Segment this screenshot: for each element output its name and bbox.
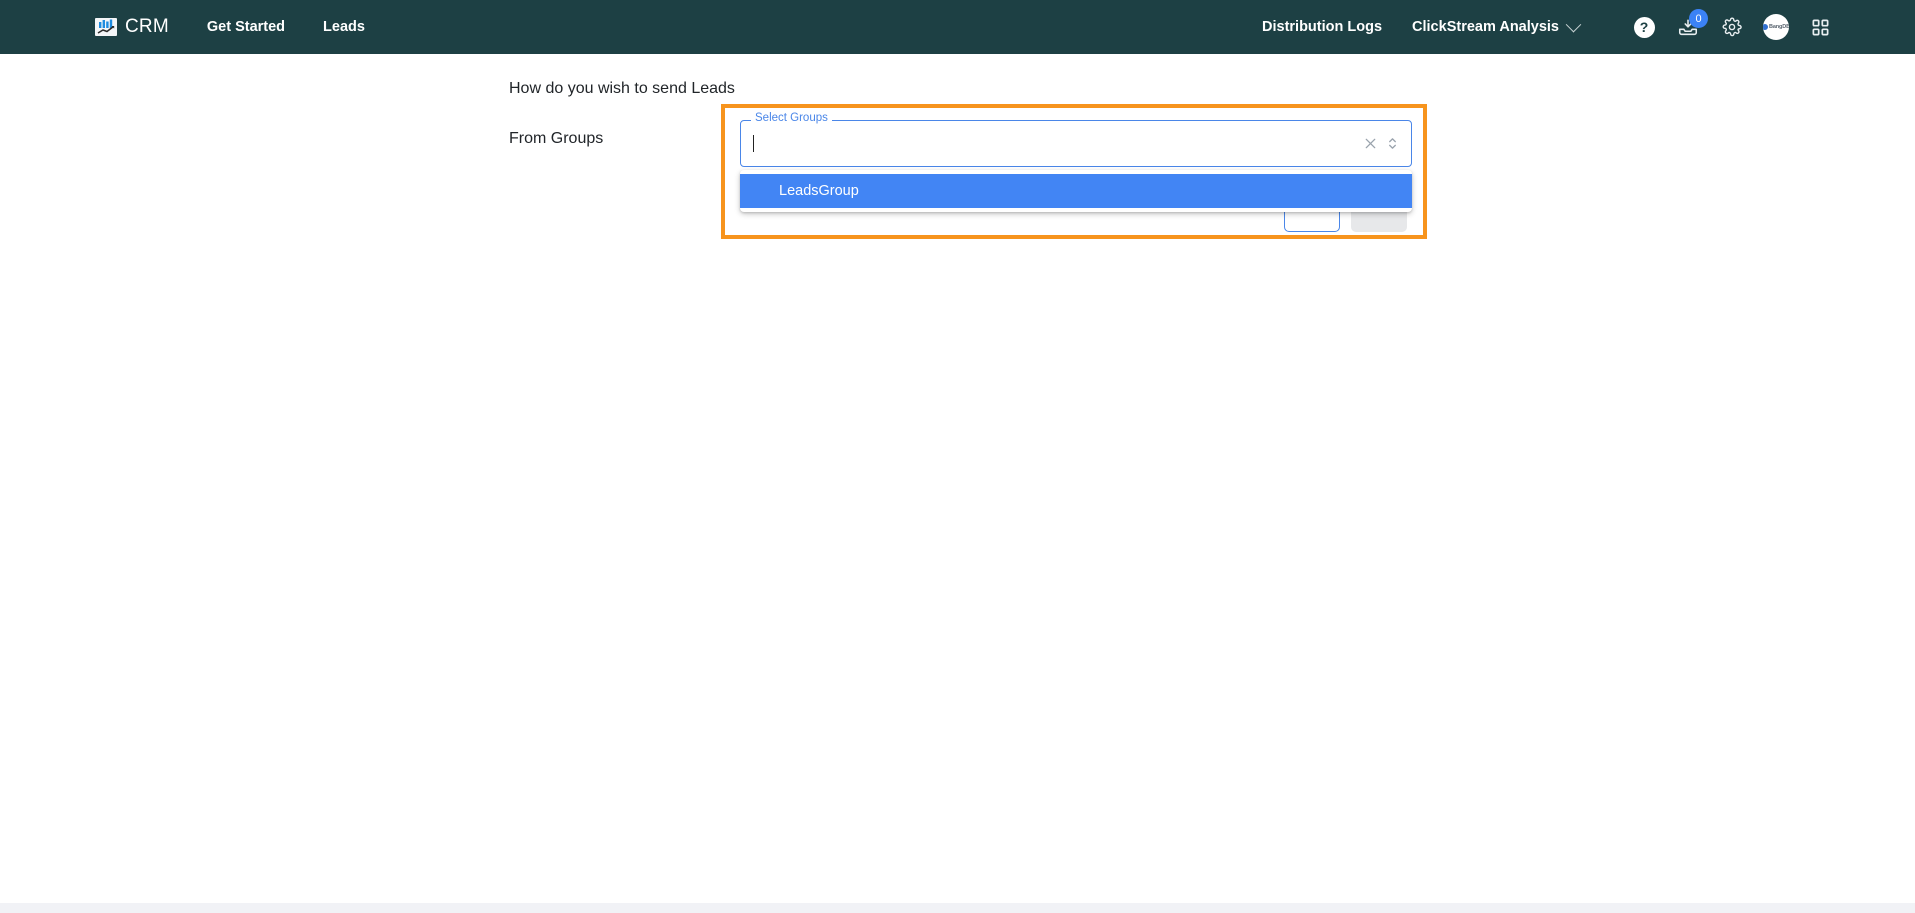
dropdown-option-leadsgroup[interactable]: LeadsGroup [740,174,1412,208]
user-avatar-button[interactable]: BangDB [1759,10,1793,44]
navbar-right-section: Distribution Logs ClickStream Analysis ?… [1262,9,1837,44]
nav-link-get-started[interactable]: Get Started [207,19,285,35]
top-navbar: CRM Get Started Leads Distribution Logs … [0,0,1915,54]
sort-updown-icon[interactable] [1386,135,1399,152]
page-question-text: How do you wish to send Leads [509,80,735,97]
select-adornments [1363,135,1399,152]
avatar-logo-dot [1763,24,1768,30]
dropdown-option-label: LeadsGroup [779,183,859,199]
apps-grid-button[interactable] [1803,10,1837,44]
select-groups-field: Select Groups LeadsGroup [740,112,1412,212]
gear-icon [1722,17,1742,37]
analytics-chart-icon [95,18,117,36]
from-groups-label: From Groups [509,130,604,147]
brand-logo-link[interactable]: CRM [95,16,169,38]
avatar-brand-text: BangDB [1768,24,1789,30]
select-groups-input-wrapper[interactable]: Select Groups [740,112,1412,167]
apps-grid-icon [1812,19,1828,35]
text-caret [753,135,754,152]
nav-link-leads[interactable]: Leads [323,19,365,35]
brand-name: CRM [125,16,169,37]
select-groups-dropdown: LeadsGroup [740,170,1412,212]
close-icon[interactable] [1363,136,1378,151]
nav-link-clickstream-analysis[interactable]: ClickStream Analysis [1412,16,1582,35]
help-button[interactable]: ? [1627,10,1661,44]
highlighted-select-region: Select Groups LeadsGroup [721,104,1427,239]
footer-strip [0,903,1915,913]
settings-button[interactable] [1715,10,1749,44]
avatar-label: BangDB [1763,24,1789,30]
inbox-badge-count: 0 [1689,9,1708,28]
nav-link-clickstream-analysis-label: ClickStream Analysis [1412,19,1559,35]
chevron-down-icon [1565,16,1582,32]
nav-link-distribution-logs[interactable]: Distribution Logs [1262,19,1382,35]
inbox-button[interactable]: 0 [1671,9,1708,44]
navbar-left-section: CRM Get Started Leads [95,16,365,38]
avatar: BangDB [1763,14,1789,40]
select-groups-legend: Select Groups [751,112,832,125]
help-icon: ? [1633,16,1655,38]
